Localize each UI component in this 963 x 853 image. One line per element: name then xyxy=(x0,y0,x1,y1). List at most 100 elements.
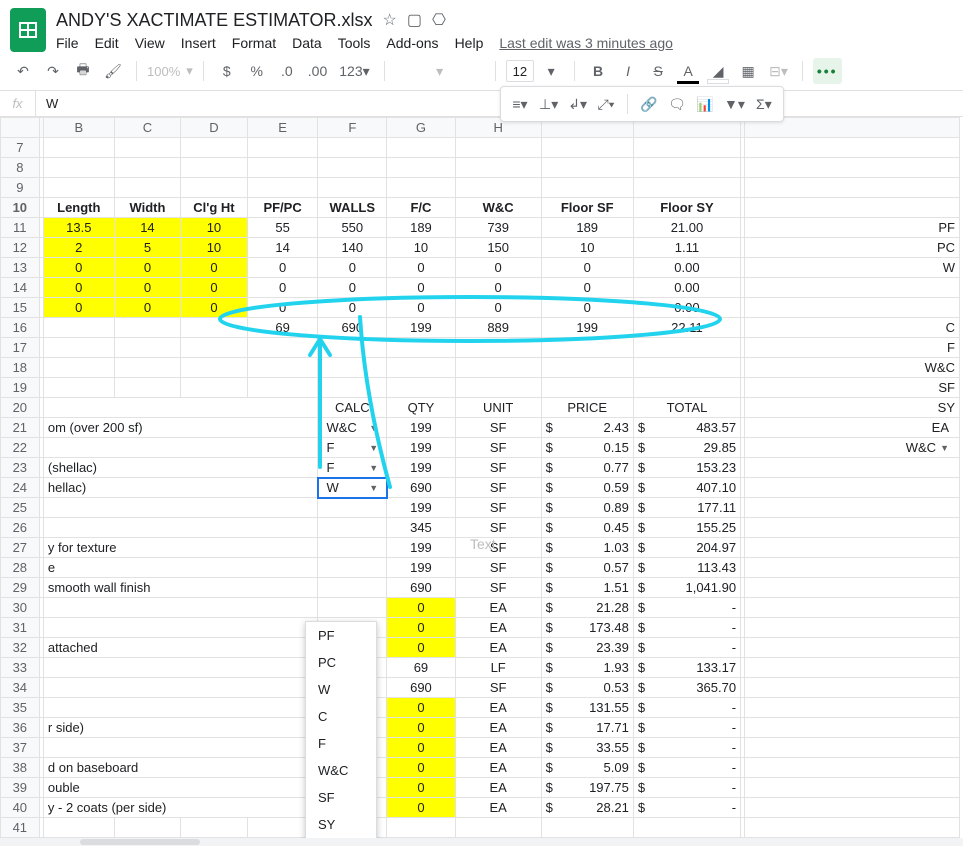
cell[interactable]: 10 xyxy=(181,218,248,238)
cell[interactable]: 0 xyxy=(181,298,248,318)
qty-cell[interactable]: 690 xyxy=(387,578,456,598)
qty-cell[interactable]: 0 xyxy=(387,778,456,798)
cell[interactable]: 13.5 xyxy=(43,218,114,238)
cell[interactable]: 0 xyxy=(318,298,387,318)
cell[interactable]: 10 xyxy=(541,238,633,258)
paint-format-button[interactable]: 🖌 xyxy=(100,58,126,84)
print-button[interactable]: 🖶 xyxy=(70,58,96,84)
dim-header-j[interactable]: Floor SY xyxy=(633,198,740,218)
italic-button[interactable]: I xyxy=(615,58,641,84)
row-header[interactable]: 20 xyxy=(1,398,40,418)
filter-button[interactable]: ▼▾ xyxy=(720,91,749,117)
row-header[interactable]: 17 xyxy=(1,338,40,358)
row-header[interactable]: 19 xyxy=(1,378,40,398)
cell[interactable]: 0 xyxy=(318,258,387,278)
totals-i[interactable]: 199 xyxy=(541,318,633,338)
line-desc[interactable] xyxy=(43,658,318,678)
cell[interactable]: 0 xyxy=(247,298,318,318)
total-cell[interactable]: $153.23 xyxy=(633,458,740,478)
line-desc[interactable]: attached xyxy=(43,638,318,658)
cell[interactable]: 0 xyxy=(541,298,633,318)
dropdown-item[interactable]: PF xyxy=(306,622,376,649)
menu-view[interactable]: View xyxy=(135,35,165,51)
unit-cell[interactable]: EA xyxy=(455,618,541,638)
price-header[interactable]: PRICE xyxy=(541,398,633,418)
cell[interactable]: 21.00 xyxy=(633,218,740,238)
cell[interactable] xyxy=(745,618,960,638)
spreadsheet-grid[interactable]: B C D E F G H 78910LengthWidthCl'g HtPF/… xyxy=(0,117,963,838)
row-header[interactable]: 25 xyxy=(1,498,40,518)
price-cell[interactable]: $131.55 xyxy=(541,698,633,718)
row-header[interactable]: 21 xyxy=(1,418,40,438)
line-desc[interactable] xyxy=(43,498,318,518)
dropdown-item[interactable]: W xyxy=(306,676,376,703)
cell[interactable] xyxy=(745,598,960,618)
move-icon[interactable]: ▢ xyxy=(407,10,422,30)
line-desc[interactable] xyxy=(43,518,318,538)
row-header[interactable]: 22 xyxy=(1,438,40,458)
cell[interactable] xyxy=(745,638,960,658)
total-cell[interactable]: $29.85 xyxy=(633,438,740,458)
row-header[interactable]: 14 xyxy=(1,278,40,298)
row-header[interactable]: 9 xyxy=(1,178,40,198)
cell[interactable]: 1.11 xyxy=(633,238,740,258)
cell[interactable]: 140 xyxy=(318,238,387,258)
price-cell[interactable]: $173.48 xyxy=(541,618,633,638)
cell[interactable]: 0 xyxy=(114,258,181,278)
price-cell[interactable]: $0.15 xyxy=(541,438,633,458)
cell[interactable]: 0 xyxy=(247,278,318,298)
qty-cell[interactable]: 199 xyxy=(387,558,456,578)
unit-cell[interactable]: SF xyxy=(455,478,541,498)
row-header[interactable]: 35 xyxy=(1,698,40,718)
row-header[interactable]: 38 xyxy=(1,758,40,778)
cell[interactable]: 0 xyxy=(387,258,456,278)
cell[interactable] xyxy=(745,298,960,318)
cell[interactable] xyxy=(745,138,960,158)
qty-cell[interactable]: 199 xyxy=(387,438,456,458)
text-color-button[interactable]: A xyxy=(675,58,701,84)
total-cell[interactable]: $177.11 xyxy=(633,498,740,518)
line-desc[interactable]: smooth wall finish xyxy=(43,578,318,598)
qty-cell[interactable]: 0 xyxy=(387,618,456,638)
dropdown-item[interactable]: SF xyxy=(306,784,376,811)
row-header[interactable]: 26 xyxy=(1,518,40,538)
row-header[interactable]: 11 xyxy=(1,218,40,238)
line-desc[interactable]: d on baseboard xyxy=(43,758,318,778)
total-cell[interactable]: $483.57 xyxy=(633,418,740,438)
price-cell[interactable]: $1.51 xyxy=(541,578,633,598)
row-header[interactable]: 29 xyxy=(1,578,40,598)
qty-cell[interactable]: 199 xyxy=(387,498,456,518)
cell[interactable]: SY xyxy=(745,398,960,418)
col-header-c[interactable]: C xyxy=(114,118,181,138)
cell[interactable]: 150 xyxy=(455,238,541,258)
cell[interactable]: EA xyxy=(745,418,960,438)
cell[interactable] xyxy=(43,398,318,418)
calc-cell[interactable] xyxy=(318,558,387,578)
line-desc[interactable]: hellac) xyxy=(43,478,318,498)
cell[interactable] xyxy=(745,818,960,838)
cell[interactable]: 55 xyxy=(247,218,318,238)
unit-cell[interactable]: SF xyxy=(455,458,541,478)
menu-edit[interactable]: Edit xyxy=(95,35,119,51)
qty-cell[interactable]: 199 xyxy=(387,458,456,478)
cell[interactable]: 0 xyxy=(181,258,248,278)
dropdown-item[interactable]: C xyxy=(306,703,376,730)
line-desc[interactable] xyxy=(43,438,318,458)
cell[interactable]: 0 xyxy=(541,258,633,278)
price-cell[interactable]: $0.45 xyxy=(541,518,633,538)
cell[interactable]: 0 xyxy=(541,278,633,298)
row-header[interactable]: 23 xyxy=(1,458,40,478)
qty-cell[interactable]: 690 xyxy=(387,678,456,698)
total-cell[interactable]: $1,041.90 xyxy=(633,578,740,598)
format-123-button[interactable]: 123▾ xyxy=(335,58,373,84)
row-header[interactable]: 33 xyxy=(1,658,40,678)
price-cell[interactable]: $0.57 xyxy=(541,558,633,578)
cell[interactable]: 10 xyxy=(387,238,456,258)
line-desc[interactable] xyxy=(43,738,318,758)
dim-header-h[interactable]: W&C xyxy=(455,198,541,218)
horizontal-scrollbar[interactable] xyxy=(0,838,963,846)
menu-tools[interactable]: Tools xyxy=(338,35,371,51)
price-cell[interactable]: $0.89 xyxy=(541,498,633,518)
row-header[interactable]: 12 xyxy=(1,238,40,258)
total-cell[interactable]: $- xyxy=(633,758,740,778)
